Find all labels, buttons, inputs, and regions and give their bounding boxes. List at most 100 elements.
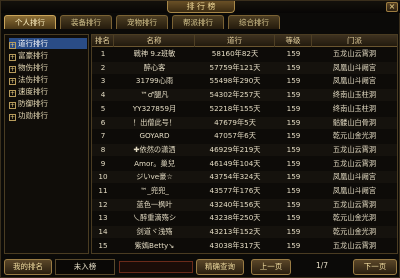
cell-daoxing: 54302年257天 [209, 90, 261, 100]
category-label: 富豪排行 [18, 51, 48, 60]
cell-rank: 6 [100, 117, 106, 127]
cell-level: 159 [286, 117, 301, 127]
header-rank[interactable]: 排名 [92, 35, 114, 47]
cell-rank: 15 [98, 240, 108, 250]
cell-sect: 凤凰山斗阙宫 [332, 172, 377, 182]
cell-name: Amor。巢兒 [134, 158, 175, 168]
cell-daoxing: 52218年155天 [209, 103, 261, 113]
cell-level: 159 [286, 172, 301, 182]
table-row[interactable]: 8 ✚依然の潇洒 46929年219天 159 五龙山云霄洞 [92, 143, 397, 156]
cell-name: 醉心客 [143, 62, 166, 72]
cell-sect: 凤凰山斗阙宫 [332, 186, 377, 195]
cell-daoxing: 43238年250天 [209, 213, 261, 223]
cell-daoxing: 58160年82天 [211, 49, 259, 58]
cell-name: 乀醉重滴殇シ [132, 213, 177, 223]
cell-level: 159 [286, 131, 301, 141]
table-row[interactable]: 10 ジいve豪☆ 43754年324天 159 凤凰山斗阙宫 [92, 171, 397, 184]
footer-bar: 我的排名 未入榜 精确查询 上一页 1/7 下一页 [1, 257, 400, 277]
cell-name: ™♂腿凡 [140, 90, 169, 100]
category-label: 法伤排行 [18, 75, 48, 84]
cell-name: YY327859月 [132, 103, 177, 113]
cell-rank: 2 [100, 62, 106, 72]
cell-daoxing: 43240年156天 [209, 199, 261, 209]
next-page-button[interactable]: 下一页 [353, 259, 397, 275]
expand-icon: + [9, 42, 16, 49]
header-sect[interactable]: 门派 [312, 35, 397, 47]
cell-sect: 终南山玉柱洞 [332, 103, 377, 113]
category-daoxing[interactable]: + 道行排行 [9, 38, 87, 49]
cell-name: ✚依然の潇洒 [133, 144, 176, 154]
page-indicator: 1/7 [315, 261, 329, 270]
cell-name: ジいve豪☆ [136, 172, 173, 182]
cell-level: 159 [286, 186, 301, 195]
header-name[interactable]: 名称 [114, 35, 195, 47]
category-label: 功勋排行 [18, 111, 48, 120]
category-label: 速度排行 [18, 87, 48, 96]
cell-sect: 五龙山云霄洞 [332, 49, 377, 58]
category-magic-damage[interactable]: + 法伤排行 [9, 74, 87, 85]
header-daoxing[interactable]: 道行 [195, 35, 275, 47]
table-row[interactable]: 9 Amor。巢兒 46149年104天 159 五龙山云霄洞 [92, 158, 397, 170]
tab-personal[interactable]: 个人排行 [4, 15, 56, 29]
cell-sect: 五龙山云霄洞 [332, 240, 377, 250]
table-row[interactable]: 12 蓝色一枫叶 43240年156天 159 五龙山云霄洞 [92, 198, 397, 211]
tab-pet[interactable]: 宠物排行 [116, 15, 168, 29]
cell-daoxing: 43213年152天 [209, 227, 261, 237]
cell-name: ™_兜兜_ [140, 186, 169, 195]
my-rank-value: 未入榜 [55, 259, 115, 275]
table-row[interactable]: 3 31799心雨 55498年290天 159 凤凰山斗阙宫 [92, 75, 397, 87]
cell-level: 159 [286, 90, 301, 100]
cell-sect: 骷髅山白骨洞 [332, 117, 377, 127]
close-button[interactable]: × [386, 2, 398, 12]
expand-icon: + [9, 90, 16, 97]
cell-daoxing: 46149年104天 [209, 158, 261, 168]
cell-daoxing: 43038年317天 [209, 240, 261, 250]
cell-name: 紫嫣Betty↘ [134, 240, 175, 250]
category-physical-damage[interactable]: + 物伤排行 [9, 62, 87, 73]
tab-bar: 个人排行 装备排行 宠物排行 帮派排行 综合排行 [4, 15, 398, 29]
expand-icon: + [9, 78, 16, 85]
cell-rank: 12 [98, 199, 108, 209]
tab-equipment[interactable]: 装备排行 [60, 15, 112, 29]
cell-sect: 乾元山金光洞 [332, 227, 377, 237]
cell-rank: 4 [100, 90, 106, 100]
cell-rank: 3 [100, 76, 106, 86]
cell-level: 159 [286, 158, 301, 168]
table-row[interactable]: 1 戰神 9.z班敏 58160年82天 159 五龙山云霄洞 [92, 48, 397, 60]
cell-sect: 五龙山云霄洞 [332, 199, 377, 209]
cell-daoxing: 46929年219天 [209, 144, 261, 154]
cell-level: 159 [286, 62, 301, 72]
table-row[interactable]: 7 GOYARD 47057年6天 159 乾元山金光洞 [92, 130, 397, 142]
table-row[interactable]: 2 醉心客 57759年121天 159 凤凰山斗阙宫 [92, 61, 397, 74]
table-row[interactable]: 15 紫嫣Betty↘ 43038年317天 159 五龙山云霄洞 [92, 240, 397, 252]
search-input[interactable] [119, 261, 193, 273]
cell-daoxing: 47679年5天 [214, 117, 256, 127]
cell-rank: 5 [100, 103, 106, 113]
table-row[interactable]: 11 ™_兜兜_ 43577年176天 159 凤凰山斗阙宫 [92, 185, 397, 197]
table-row[interactable]: 4 ™♂腿凡 54302年257天 159 终南山玉柱洞 [92, 89, 397, 102]
header-level[interactable]: 等级 [275, 35, 312, 47]
cell-rank: 10 [98, 172, 108, 182]
tab-guild[interactable]: 帮派排行 [172, 15, 224, 29]
category-wealth[interactable]: + 富豪排行 [9, 50, 87, 61]
cell-rank: 1 [100, 49, 106, 58]
cell-level: 159 [286, 103, 301, 113]
table-row[interactable]: 14 剑道ヾ浅殇 43213年152天 159 乾元山金光洞 [92, 226, 397, 239]
table-row[interactable]: 6 ！出僧此号！ 47679年5天 159 骷髅山白骨洞 [92, 116, 397, 129]
my-rank-button[interactable]: 我的排名 [4, 259, 52, 275]
cell-name: 31799心雨 [135, 76, 174, 86]
ranking-window: 排 行 榜 × 个人排行 装备排行 宠物排行 帮派排行 综合排行 + 道行排行 +… [0, 0, 400, 278]
table-row[interactable]: 13 乀醉重滴殇シ 43238年250天 159 乾元山金光洞 [92, 212, 397, 224]
cell-name: 剑道ヾ浅殇 [136, 227, 173, 237]
exact-search-button[interactable]: 精确查询 [196, 259, 244, 275]
cell-rank: 8 [100, 144, 106, 154]
tab-overall[interactable]: 综合排行 [228, 15, 280, 29]
cell-level: 159 [286, 227, 301, 237]
category-merit[interactable]: + 功勋排行 [9, 110, 87, 121]
cell-name: GOYARD [139, 131, 170, 141]
table-row[interactable]: 5 YY327859月 52218年155天 159 终南山玉柱洞 [92, 103, 397, 115]
category-defense[interactable]: + 防御排行 [9, 98, 87, 109]
prev-page-button[interactable]: 上一页 [251, 259, 291, 275]
category-speed[interactable]: + 速度排行 [9, 86, 87, 97]
cell-sect: 凤凰山斗阙宫 [332, 62, 377, 72]
